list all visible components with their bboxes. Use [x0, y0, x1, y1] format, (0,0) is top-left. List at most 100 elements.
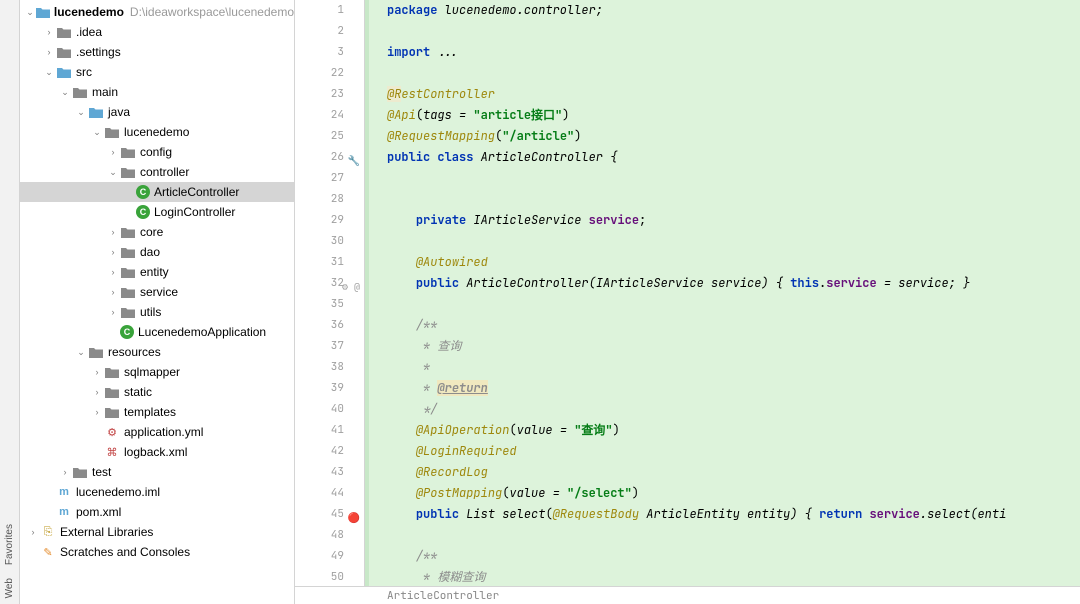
- expand-arrow[interactable]: ›: [44, 47, 54, 57]
- tree-item-logback-xml[interactable]: ⌘logback.xml: [20, 442, 294, 462]
- expand-arrow[interactable]: ›: [108, 287, 118, 297]
- line-number[interactable]: 43: [295, 462, 344, 483]
- expand-arrow[interactable]: ›: [108, 307, 118, 317]
- favorites-tab[interactable]: Favorites: [4, 524, 15, 565]
- code-content[interactable]: package lucenedemo.controller;import ...…: [365, 0, 1080, 604]
- line-number[interactable]: 24: [295, 105, 344, 126]
- tree-label: lucenedemo.iml: [76, 485, 160, 499]
- expand-arrow[interactable]: ›: [92, 387, 102, 397]
- tree-label: .settings: [76, 45, 121, 59]
- project-tree[interactable]: ⌄lucenedemo D:\ideaworkspace\lucenedemo›…: [20, 0, 295, 604]
- expand-arrow[interactable]: ›: [108, 147, 118, 157]
- line-number[interactable]: 27: [295, 168, 344, 189]
- tree-item-lucenedemoapplication[interactable]: CLucenedemoApplication: [20, 322, 294, 342]
- tree-item-articlecontroller[interactable]: CArticleController: [20, 182, 294, 202]
- tree-item-lucenedemo[interactable]: ⌄lucenedemo: [20, 122, 294, 142]
- tree-item-core[interactable]: › core: [20, 222, 294, 242]
- tree-item-config[interactable]: ›config: [20, 142, 294, 162]
- tree-label: core: [140, 225, 163, 239]
- expand-arrow[interactable]: ›: [92, 407, 102, 417]
- gutter-icon[interactable]: 🔧: [348, 150, 360, 171]
- tree-item-scratches-and-consoles[interactable]: ✎Scratches and Consoles: [20, 542, 294, 562]
- tree-item-static[interactable]: › static: [20, 382, 294, 402]
- tree-item-src[interactable]: ⌄src: [20, 62, 294, 82]
- line-number[interactable]: 39: [295, 378, 344, 399]
- line-number[interactable]: 42: [295, 441, 344, 462]
- expand-arrow[interactable]: ›: [60, 467, 70, 477]
- line-number[interactable]: 44: [295, 483, 344, 504]
- line-number[interactable]: 3: [295, 42, 344, 63]
- line-number[interactable]: 38: [295, 357, 344, 378]
- tree-item-logincontroller[interactable]: CLoginController: [20, 202, 294, 222]
- folder-icon: [120, 224, 136, 240]
- line-number[interactable]: 2: [295, 21, 344, 42]
- web-tab[interactable]: Web: [4, 578, 15, 598]
- folder-icon: [56, 44, 72, 60]
- tree-item-test[interactable]: ›test: [20, 462, 294, 482]
- line-number[interactable]: 41: [295, 420, 344, 441]
- tree-item-resources[interactable]: ⌄resources: [20, 342, 294, 362]
- tree-label: pom.xml: [76, 505, 121, 519]
- line-number[interactable]: 26🔧: [295, 147, 344, 168]
- expand-arrow[interactable]: ›: [108, 247, 118, 257]
- line-number[interactable]: 37: [295, 336, 344, 357]
- line-number[interactable]: 50: [295, 567, 344, 588]
- line-number[interactable]: 36: [295, 315, 344, 336]
- editor-gutter[interactable]: 1232223242526🔧272829303132⚙ @35363738394…: [295, 0, 365, 604]
- line-number[interactable]: 48: [295, 525, 344, 546]
- tree-label: entity: [140, 265, 169, 279]
- tree-item-lucenedemo-iml[interactable]: mlucenedemo.iml: [20, 482, 294, 502]
- tree-label: LoginController: [154, 205, 235, 219]
- expand-arrow[interactable]: ⌄: [44, 67, 54, 77]
- tree-item-dao[interactable]: ›dao: [20, 242, 294, 262]
- expand-arrow[interactable]: ⌄: [26, 7, 34, 17]
- folder-icon: [120, 244, 136, 260]
- expand-arrow[interactable]: ⌄: [60, 87, 70, 97]
- line-number[interactable]: 22: [295, 63, 344, 84]
- expand-arrow[interactable]: ›: [108, 227, 118, 237]
- line-number[interactable]: 40: [295, 399, 344, 420]
- line-number[interactable]: 35: [295, 294, 344, 315]
- tree-item-pom-xml[interactable]: mpom.xml: [20, 502, 294, 522]
- scratch-icon: ✎: [40, 544, 56, 560]
- line-number[interactable]: 32⚙ @: [295, 273, 344, 294]
- tree-item-service[interactable]: ›service: [20, 282, 294, 302]
- tree-item-templates[interactable]: ›templates: [20, 402, 294, 422]
- expand-arrow[interactable]: ›: [44, 27, 54, 37]
- expand-arrow[interactable]: ›: [108, 267, 118, 277]
- expand-arrow[interactable]: ⌄: [92, 127, 102, 137]
- line-number[interactable]: 49: [295, 546, 344, 567]
- tree-item-utils[interactable]: ›utils: [20, 302, 294, 322]
- tree-item-external-libraries[interactable]: ›⎘External Libraries: [20, 522, 294, 542]
- line-number[interactable]: 23: [295, 84, 344, 105]
- expand-arrow[interactable]: ⌄: [76, 107, 86, 117]
- expand-arrow[interactable]: ⌄: [76, 347, 86, 357]
- tree-label: java: [108, 105, 130, 119]
- line-number[interactable]: 1: [295, 0, 344, 21]
- gutter-icon[interactable]: ⚙ @: [342, 276, 360, 297]
- folder-icon: [72, 84, 88, 100]
- line-number[interactable]: 29: [295, 210, 344, 231]
- editor-pane: 1232223242526🔧272829303132⚙ @35363738394…: [295, 0, 1080, 604]
- tree-item-main[interactable]: ⌄main: [20, 82, 294, 102]
- expand-arrow[interactable]: ›: [28, 527, 38, 537]
- tree-item-sqlmapper[interactable]: ›sqlmapper: [20, 362, 294, 382]
- expand-arrow[interactable]: ⌄: [108, 167, 118, 177]
- line-number[interactable]: 31: [295, 252, 344, 273]
- tree-item-application-yml[interactable]: ⚙application.yml: [20, 422, 294, 442]
- expand-arrow: [124, 207, 134, 217]
- tree-item--settings[interactable]: › .settings: [20, 42, 294, 62]
- tree-item-controller[interactable]: ⌄controller: [20, 162, 294, 182]
- tree-item-lucenedemo[interactable]: ⌄lucenedemo D:\ideaworkspace\lucenedemo: [20, 2, 294, 22]
- gutter-icon[interactable]: 🔴: [348, 507, 360, 528]
- line-number[interactable]: 25: [295, 126, 344, 147]
- line-number[interactable]: 45🔴: [295, 504, 344, 525]
- tree-label: static: [124, 385, 152, 399]
- breadcrumb-bar[interactable]: ArticleController: [295, 586, 1080, 604]
- tree-item-java[interactable]: ⌄ java: [20, 102, 294, 122]
- line-number[interactable]: 28: [295, 189, 344, 210]
- line-number[interactable]: 30: [295, 231, 344, 252]
- tree-item--idea[interactable]: ›.idea: [20, 22, 294, 42]
- tree-item-entity[interactable]: › entity: [20, 262, 294, 282]
- expand-arrow[interactable]: ›: [92, 367, 102, 377]
